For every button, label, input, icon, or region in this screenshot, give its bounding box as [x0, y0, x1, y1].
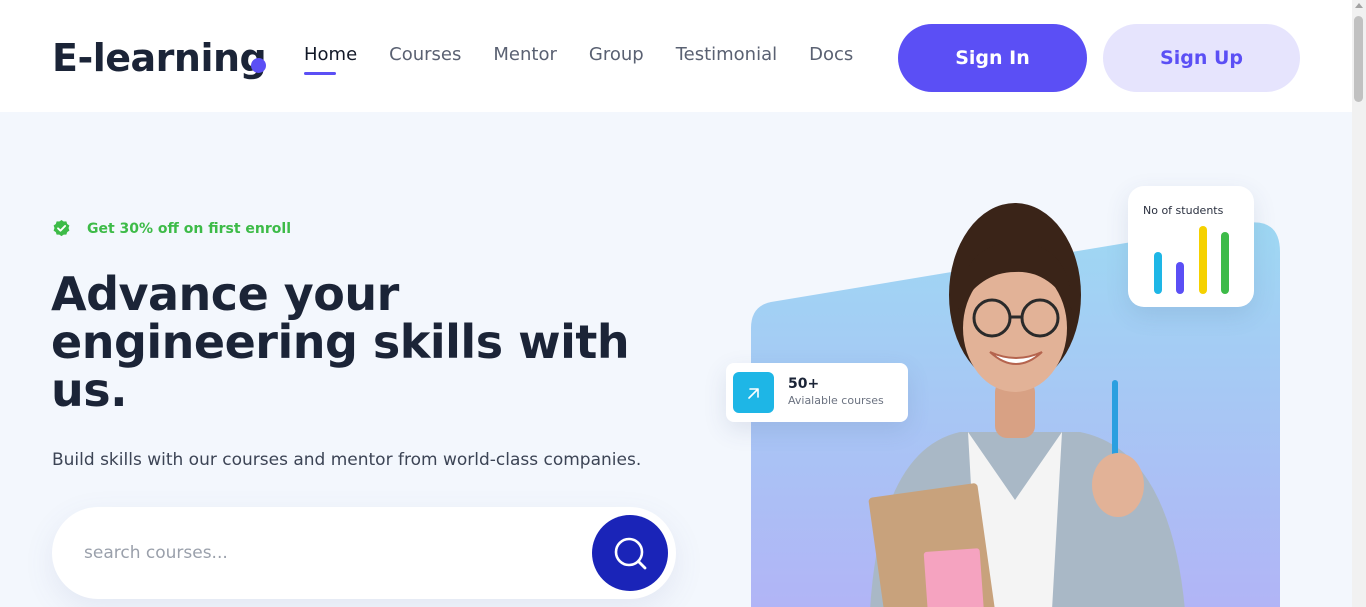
stats-card-title: No of students	[1143, 204, 1224, 217]
main-nav: Home Courses Mentor Group Testimonial Do…	[304, 44, 885, 75]
courses-count: 50+	[788, 376, 820, 392]
check-badge-icon	[53, 219, 70, 237]
courses-icon-tile	[733, 372, 774, 413]
logo-dot	[251, 58, 266, 73]
nav-item-label: Testimonial	[675, 44, 778, 65]
students-stats-card: No of students	[1128, 186, 1254, 307]
sign-in-button[interactable]: Sign In	[898, 24, 1087, 92]
nav-item-mentor[interactable]: Mentor	[493, 44, 556, 65]
search-icon	[614, 537, 647, 570]
student-bars-graphic	[1154, 226, 1229, 294]
sign-up-button[interactable]: Sign Up	[1103, 24, 1300, 92]
scroll-up-arrow-icon[interactable]	[1355, 3, 1363, 8]
nav-item-docs[interactable]: Docs	[809, 44, 853, 65]
nav-item-home[interactable]: Home	[304, 44, 358, 75]
nav-item-label: Home	[304, 44, 358, 65]
available-courses-card: 50+ Avialable courses	[726, 363, 908, 422]
scrollbar-thumb[interactable]	[1354, 16, 1363, 102]
nav-item-label: Courses	[389, 44, 462, 65]
active-nav-indicator	[304, 72, 336, 75]
arrow-up-left-icon	[748, 388, 759, 399]
hero-headline: Advance your engineering skills with us.	[51, 267, 630, 417]
nav-item-label: Mentor	[493, 44, 557, 65]
nav-item-label: Docs	[809, 44, 854, 65]
site-header: E-learning Home Courses Mentor Group Tes…	[0, 0, 1352, 112]
nav-item-label: Group	[588, 44, 644, 65]
nav-item-courses[interactable]: Courses	[389, 44, 461, 65]
nav-item-group[interactable]: Group	[589, 44, 644, 65]
nav-item-testimonial[interactable]: Testimonial	[676, 44, 777, 65]
promo-text: Get 30% off on first enroll	[87, 220, 291, 237]
search-input[interactable]	[84, 537, 564, 569]
hero-subtext: Build skills with our courses and mentor…	[52, 450, 642, 470]
search-button[interactable]	[592, 515, 668, 591]
logo-text[interactable]: E-learning	[52, 36, 267, 80]
search-bar	[52, 507, 676, 599]
courses-label: Avialable courses	[788, 394, 884, 407]
promo-badge: Get 30% off on first enroll	[52, 219, 291, 238]
